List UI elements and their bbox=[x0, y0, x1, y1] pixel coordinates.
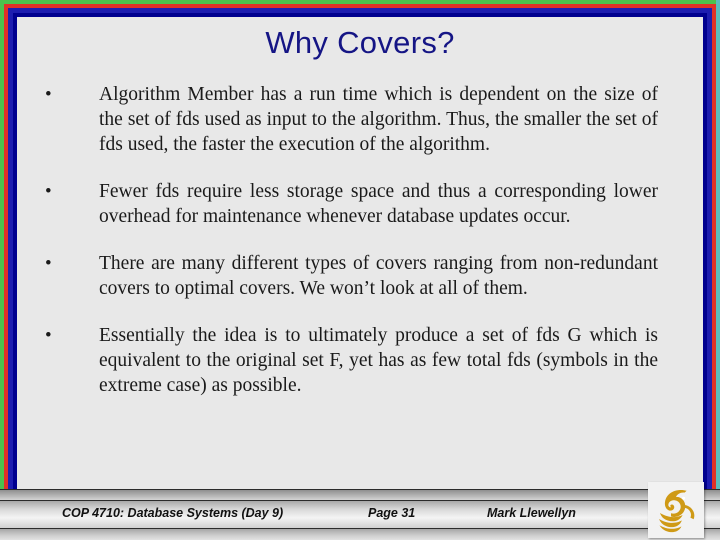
footer-author-label: Mark Llewellyn bbox=[487, 506, 576, 520]
bullet-icon: • bbox=[45, 181, 52, 202]
frame-band-teal bbox=[716, 0, 720, 540]
bullet-list: • Algorithm Member has a run time which … bbox=[36, 82, 658, 420]
footer-bar-bottom bbox=[0, 528, 720, 540]
footer-page-number: Page 31 bbox=[368, 506, 416, 520]
list-item-text: Essentially the idea is to ultimately pr… bbox=[99, 325, 658, 396]
bullet-icon: • bbox=[45, 84, 52, 105]
page-title: Why Covers? bbox=[265, 25, 455, 60]
bullet-icon: • bbox=[45, 325, 52, 346]
slide-footer: COP 4710: Database Systems (Day 9) Page … bbox=[0, 482, 720, 540]
slide: Why Covers? • Algorithm Member has a run… bbox=[0, 0, 720, 540]
list-item: • Essentially the idea is to ultimately … bbox=[36, 323, 658, 398]
list-item-text: Algorithm Member has a run time which is… bbox=[99, 84, 658, 155]
bullet-icon: • bbox=[45, 253, 52, 274]
list-item-text: There are many different types of covers… bbox=[99, 253, 658, 299]
list-item: • Algorithm Member has a run time which … bbox=[36, 82, 658, 157]
ucf-pegasus-logo-icon bbox=[648, 482, 704, 538]
list-item: • Fewer fds require less storage space a… bbox=[36, 179, 658, 229]
list-item: • There are many different types of cove… bbox=[36, 251, 658, 301]
list-item-text: Fewer fds require less storage space and… bbox=[99, 181, 658, 227]
footer-course-label: COP 4710: Database Systems (Day 9) bbox=[62, 506, 284, 520]
